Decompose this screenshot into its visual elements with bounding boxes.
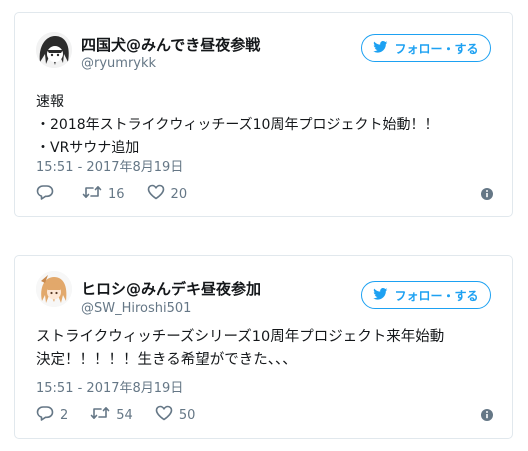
tweet-card: ヒロシ@みんデキ昼夜参加 @SW_Hiroshi501 フォロー・する ストライ… xyxy=(14,255,513,439)
retweet-button[interactable]: 54 xyxy=(90,405,133,425)
like-count: 20 xyxy=(170,186,188,202)
avatar[interactable] xyxy=(36,271,72,307)
reply-button[interactable]: 2 xyxy=(36,405,68,425)
retweet-icon xyxy=(82,184,102,204)
reply-button[interactable] xyxy=(36,184,60,204)
tweet-text-line: 決定！！！！！生きる希望ができた、、、 xyxy=(36,352,297,368)
heart-icon xyxy=(147,184,165,204)
timestamp[interactable]: 15:51 - 2017年8月19日 xyxy=(36,377,183,396)
tweet-text: 速報 ・2018年ストライクウィッチーズ10周年プロジェクト始動！！ ・VRサウ… xyxy=(36,91,498,160)
heart-icon xyxy=(155,405,173,425)
action-bar: 2 54 50 xyxy=(36,405,217,425)
retweet-icon xyxy=(90,405,110,425)
reply-icon xyxy=(36,405,54,425)
retweet-count: 16 xyxy=(108,186,125,202)
display-name[interactable]: 四国犬@みんでき昼夜参戦 xyxy=(81,34,260,55)
user-handle[interactable]: @ryumrykk xyxy=(81,56,156,71)
action-bar: 16 20 xyxy=(36,184,209,204)
tweet-text: ストライクウィッチーズシリーズ10周年プロジェクト来年始動 決定！！！！！生きる… xyxy=(36,326,498,372)
follow-label: フォロー・する xyxy=(394,41,479,56)
info-icon[interactable] xyxy=(480,186,494,200)
follow-button[interactable]: フォロー・する xyxy=(361,34,491,62)
retweet-button[interactable]: 16 xyxy=(82,184,125,204)
user-handle[interactable]: @SW_Hiroshi501 xyxy=(81,301,191,316)
retweet-count: 54 xyxy=(116,407,133,423)
reply-count: 2 xyxy=(60,407,69,423)
tweet-text-line: ・2018年ストライクウィッチーズ10周年プロジェクト始動！！ xyxy=(36,117,439,133)
reply-icon xyxy=(36,184,54,204)
avatar[interactable] xyxy=(36,32,72,68)
timestamp[interactable]: 15:51 - 2017年8月19日 xyxy=(36,156,183,175)
tweet-text-line: 速報 xyxy=(36,94,64,110)
twitter-bird-icon xyxy=(373,287,388,303)
like-count: 50 xyxy=(178,407,196,423)
display-name[interactable]: ヒロシ@みんデキ昼夜参加 xyxy=(81,278,261,299)
twitter-bird-icon xyxy=(373,40,388,56)
follow-label: フォロー・する xyxy=(394,288,479,303)
like-button[interactable]: 20 xyxy=(147,184,188,204)
tweet-text-line: ストライクウィッチーズシリーズ10周年プロジェクト来年始動 xyxy=(36,329,445,345)
info-icon[interactable] xyxy=(480,407,494,421)
follow-button[interactable]: フォロー・する xyxy=(361,281,491,309)
tweet-card: 四国犬@みんでき昼夜参戦 @ryumrykk フォロー・する 速報 ・2018年… xyxy=(14,12,513,217)
like-button[interactable]: 50 xyxy=(155,405,196,425)
